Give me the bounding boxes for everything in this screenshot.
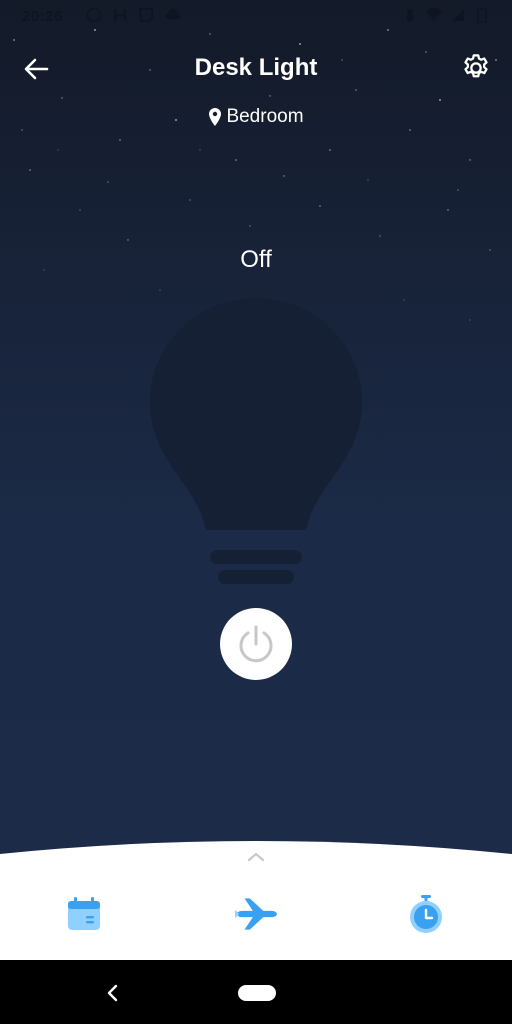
chevron-left-icon — [107, 984, 118, 1002]
signal-icon — [452, 9, 464, 21]
timer-button[interactable] — [400, 888, 452, 940]
page-title: Desk Light — [194, 54, 318, 81]
notification-icons — [86, 7, 180, 23]
power-toggle-button[interactable] — [220, 608, 292, 680]
system-icons — [402, 7, 490, 23]
room-name: Bedroom — [226, 106, 304, 127]
cloud-icon — [164, 9, 180, 19]
status-bar: 20:26 — [0, 0, 512, 32]
chevron-up-icon[interactable] — [244, 848, 268, 864]
away-mode-button[interactable] — [230, 888, 282, 940]
system-home-button[interactable] — [238, 985, 276, 1001]
battery-icon — [477, 8, 487, 23]
whatsapp-icon — [86, 7, 102, 23]
settings-button[interactable] — [460, 52, 492, 84]
system-back-button[interactable] — [100, 980, 126, 1006]
stopwatch-icon — [410, 895, 442, 933]
gear-icon — [464, 54, 488, 78]
device-state-label: Off — [240, 246, 272, 273]
location-pin-icon — [209, 108, 222, 126]
wifi-icon — [426, 7, 442, 22]
calendar-icon — [68, 897, 100, 930]
twitch-icon — [139, 8, 153, 22]
room-location: Bedroom — [0, 106, 512, 128]
status-time: 20:26 — [22, 8, 63, 25]
schedule-button[interactable] — [58, 888, 110, 940]
airplane-icon — [235, 898, 277, 930]
device-screen: 20:26 Desk Light Bedroom Off — [0, 0, 512, 960]
vibrate-icon — [407, 9, 413, 21]
light-bulb-icon — [150, 298, 362, 584]
power-icon — [239, 625, 273, 663]
h-icon — [113, 9, 127, 21]
